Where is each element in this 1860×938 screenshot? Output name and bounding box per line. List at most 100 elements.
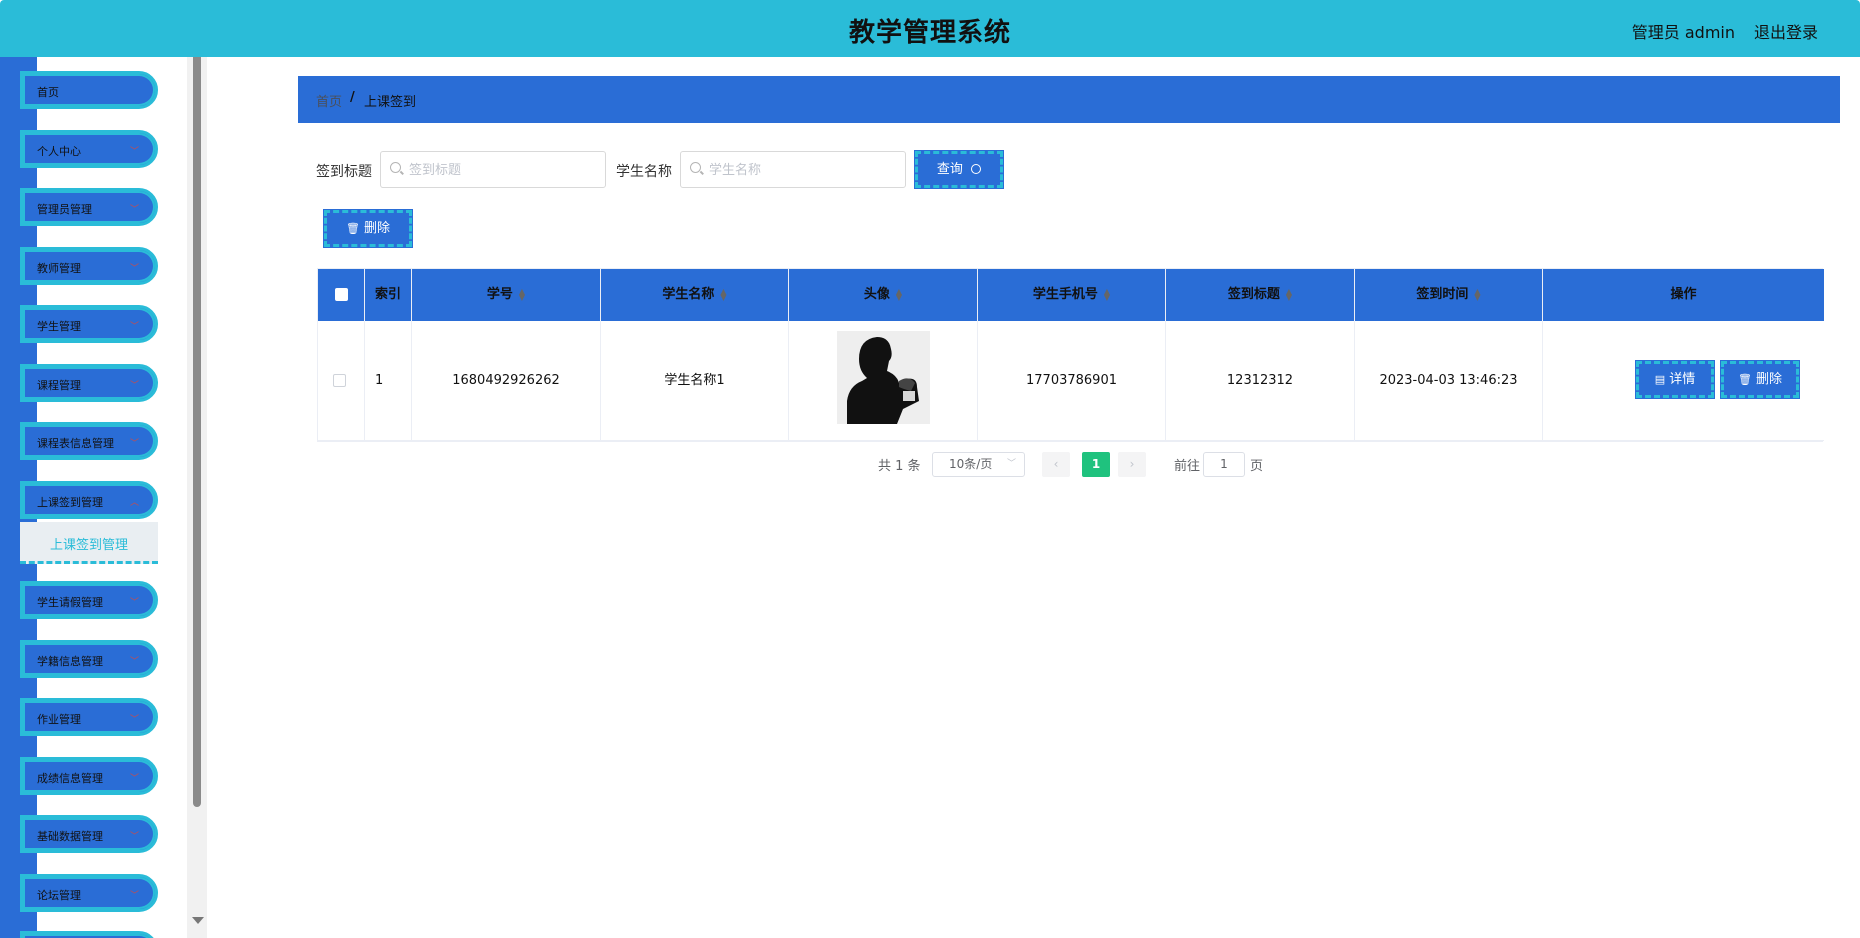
column-header-student-name[interactable]: 学生名称 ▲ ▼ bbox=[601, 269, 789, 321]
row-checkbox[interactable] bbox=[333, 374, 346, 387]
top-header: 教学管理系统 管理员 admin 退出登录 bbox=[0, 0, 1860, 57]
column-header-phone[interactable]: 学生手机号 ▲ ▼ bbox=[978, 269, 1166, 321]
next-page-button[interactable]: › bbox=[1118, 452, 1146, 477]
chevron-down-icon: ﹀ bbox=[129, 439, 139, 449]
sidebar-item-label: 基础数据管理 bbox=[37, 830, 103, 843]
sidebar-item-more[interactable] bbox=[20, 931, 158, 938]
sidebar-item-basedata[interactable]: 基础数据管理 ﹀ bbox=[20, 815, 158, 853]
logout-link[interactable]: 退出登录 bbox=[1754, 19, 1818, 43]
sidebar-item-label: 首页 bbox=[37, 86, 59, 99]
sidebar-scroll-thumb[interactable] bbox=[193, 57, 201, 807]
trash-icon: 🗑 bbox=[1737, 373, 1752, 386]
column-header-label: 签到标题 bbox=[1227, 287, 1280, 302]
student-avatar[interactable] bbox=[837, 331, 930, 424]
sidebar-item-course[interactable]: 课程管理 ﹀ bbox=[20, 364, 158, 402]
column-header-label: 签到时间 bbox=[1416, 287, 1469, 302]
goto-page-input[interactable]: 1 bbox=[1203, 452, 1245, 477]
breadcrumb-home-link[interactable]: 首页 bbox=[316, 91, 342, 110]
sidebar-item-leave[interactable]: 学生请假管理 ﹀ bbox=[20, 581, 158, 619]
sort-icon[interactable]: ▲ ▼ bbox=[720, 287, 726, 301]
sort-icon[interactable]: ▲ ▼ bbox=[1104, 287, 1110, 301]
chevron-down-icon: ﹀ bbox=[129, 598, 139, 608]
cell-avatar bbox=[789, 321, 978, 441]
column-header-actions: 操作 bbox=[1543, 269, 1824, 321]
sidebar-item-label: 论坛管理 bbox=[37, 889, 81, 902]
sidebar-item-admin[interactable]: 管理员管理 ﹀ bbox=[20, 188, 158, 226]
sidebar-subitem-label: 上课签到管理 bbox=[49, 538, 128, 553]
query-button[interactable]: 查询 bbox=[915, 151, 1003, 188]
row-select-cell bbox=[318, 321, 365, 441]
student-name-field[interactable] bbox=[680, 151, 906, 188]
chevron-down-icon: ﹀ bbox=[129, 264, 139, 274]
document-icon: ▤ bbox=[1654, 373, 1666, 386]
row-delete-button[interactable]: 🗑 删除 bbox=[1721, 361, 1799, 398]
sidebar-item-grades[interactable]: 成绩信息管理 ﹀ bbox=[20, 757, 158, 795]
sidebar-item-label: 成绩信息管理 bbox=[37, 772, 103, 785]
current-user-label: 管理员 admin bbox=[1631, 23, 1735, 42]
query-button-label: 查询 bbox=[936, 162, 963, 177]
cell-sign-time: 2023-04-03 13:46:23 bbox=[1355, 321, 1543, 441]
chevron-down-icon: ﹀ bbox=[129, 891, 139, 901]
sidebar-item-forum[interactable]: 论坛管理 ﹀ bbox=[20, 874, 158, 912]
page-number-current[interactable]: 1 bbox=[1082, 452, 1110, 477]
breadcrumb-current: 上课签到 bbox=[364, 95, 417, 110]
sidebar-item-label: 学生请假管理 bbox=[37, 596, 103, 609]
sidebar-item-label: 管理员管理 bbox=[37, 203, 92, 216]
sidebar-item-teacher[interactable]: 教师管理 ﹀ bbox=[20, 247, 158, 285]
sidebar-item-enrollment[interactable]: 学籍信息管理 ﹀ bbox=[20, 640, 158, 678]
sidebar-item-label: 课程管理 bbox=[37, 379, 81, 392]
avatar-image bbox=[837, 331, 930, 424]
sidebar-item-attendance[interactable]: 上课签到管理 ︿ bbox=[20, 481, 158, 519]
chevron-down-icon: ﹀ bbox=[1006, 459, 1016, 469]
select-all-checkbox[interactable] bbox=[335, 288, 348, 301]
column-header-sign-title[interactable]: 签到标题 ▲ ▼ bbox=[1166, 269, 1355, 321]
prev-page-button[interactable]: ‹ bbox=[1042, 452, 1070, 477]
chevron-down-icon: ﹀ bbox=[129, 205, 139, 215]
chevron-left-icon: ‹ bbox=[1053, 457, 1059, 471]
column-header-avatar[interactable]: 头像 ▲ ▼ bbox=[789, 269, 978, 321]
sidebar-item-label: 上课签到管理 bbox=[37, 496, 103, 509]
page-size-value: 10条/页 bbox=[949, 457, 993, 471]
trash-icon: 🗑 bbox=[345, 222, 360, 235]
pagination-total: 共 1 条 bbox=[878, 459, 921, 474]
detail-button-label: 详情 bbox=[1669, 372, 1696, 387]
sidebar: 首页 个人中心 ﹀ 管理员管理 ﹀ 教师管理 ﹀ 学生管理 ﹀ 课程管理 ﹀ 课… bbox=[0, 57, 207, 938]
table-header: 索引 学号 ▲ ▼ 学生名称 ▲ ▼ 头像 ▲ ▼ 学生手机号 ▲ ▼ 签到标题 ▲ ▼ 签到时间 ▲… bbox=[318, 269, 1824, 321]
cell-phone: 17703786901 bbox=[978, 321, 1166, 441]
attendance-table: 索引 学号 ▲ ▼ 学生名称 ▲ ▼ 头像 ▲ ▼ 学生手机号 ▲ ▼ 签到标题 ▲ ▼ 签到时间 ▲… bbox=[317, 268, 1824, 442]
chevron-down-icon: ﹀ bbox=[129, 774, 139, 784]
sidebar-subitem-attendance[interactable]: 上课签到管理 bbox=[20, 522, 158, 564]
cell-index: 1 bbox=[365, 321, 412, 441]
sidebar-item-student[interactable]: 学生管理 ﹀ bbox=[20, 305, 158, 343]
sidebar-item-label: 学籍信息管理 bbox=[37, 655, 103, 668]
search-icon bbox=[390, 162, 401, 173]
sort-icon[interactable]: ▲ ▼ bbox=[1286, 287, 1292, 301]
sign-title-field[interactable] bbox=[380, 151, 606, 188]
cell-student-name: 学生名称1 bbox=[601, 321, 789, 441]
sort-icon[interactable]: ▲ ▼ bbox=[1474, 287, 1480, 301]
scroll-down-icon[interactable] bbox=[192, 917, 204, 924]
detail-button[interactable]: ▤ 详情 bbox=[1636, 361, 1714, 398]
sidebar-item-home[interactable]: 首页 bbox=[20, 71, 158, 109]
sidebar-item-homework[interactable]: 作业管理 ﹀ bbox=[20, 698, 158, 736]
batch-delete-button[interactable]: 🗑 删除 bbox=[324, 210, 412, 247]
sort-icon[interactable]: ▲ ▼ bbox=[519, 287, 525, 301]
breadcrumb: 首页 / 上课签到 bbox=[298, 76, 1840, 123]
page-size-select[interactable]: 10条/页 ﹀ bbox=[932, 452, 1025, 477]
sidebar-item-profile[interactable]: 个人中心 ﹀ bbox=[20, 130, 158, 168]
chevron-down-icon: ﹀ bbox=[129, 657, 139, 667]
student-name-label: 学生名称 bbox=[616, 164, 672, 180]
sidebar-item-label: 学生管理 bbox=[37, 320, 81, 333]
column-header-label: 学生手机号 bbox=[1032, 287, 1098, 302]
batch-delete-label: 删除 bbox=[364, 221, 391, 236]
column-header-label: 索引 bbox=[374, 287, 401, 302]
goto-label: 前往 bbox=[1174, 459, 1201, 474]
column-header-sign-time[interactable]: 签到时间 ▲ ▼ bbox=[1355, 269, 1543, 321]
sort-icon[interactable]: ▲ ▼ bbox=[896, 287, 902, 301]
column-header-label: 头像 bbox=[863, 287, 890, 302]
sidebar-item-schedule[interactable]: 课程表信息管理 ﹀ bbox=[20, 422, 158, 460]
sign-title-input[interactable] bbox=[409, 160, 597, 180]
chevron-down-icon: ﹀ bbox=[129, 715, 139, 725]
student-name-input[interactable] bbox=[709, 160, 897, 180]
column-header-student-no[interactable]: 学号 ▲ ▼ bbox=[412, 269, 601, 321]
